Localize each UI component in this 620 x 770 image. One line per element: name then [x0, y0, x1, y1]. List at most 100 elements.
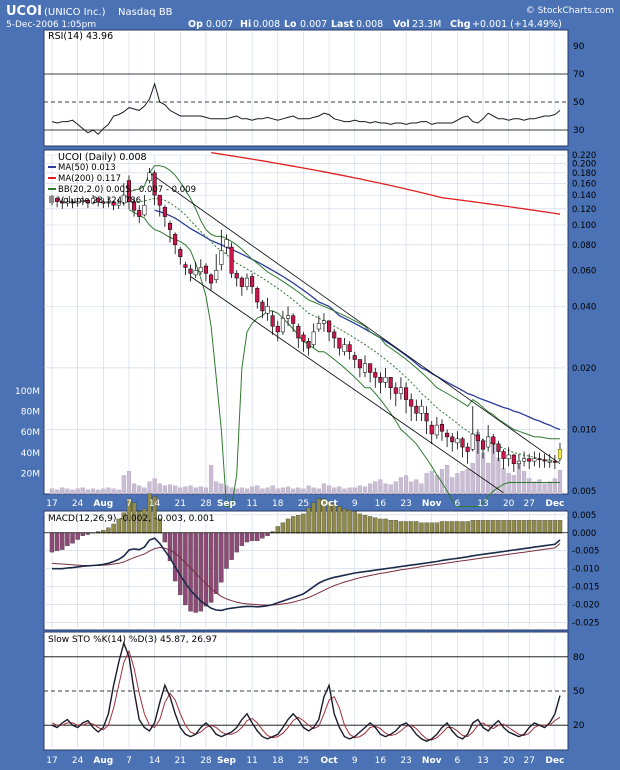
volume-bar	[203, 487, 209, 495]
volume-bar	[101, 488, 106, 495]
candle-body	[455, 438, 460, 444]
candle-body	[409, 399, 414, 407]
volume-bar	[234, 488, 239, 495]
header-datetime: 5-Dec-2006 1:05pm	[6, 20, 96, 30]
macd-histogram-bar	[496, 520, 501, 534]
macd-tick-label-6: -0.025	[572, 619, 599, 629]
volume-bar	[321, 483, 327, 495]
macd-histogram-bar	[311, 502, 316, 534]
volume-tick-label-0: 100M	[15, 387, 40, 397]
volume-bar	[424, 473, 429, 495]
candle-body	[291, 315, 296, 324]
macd-histogram-bar	[485, 520, 491, 534]
volume-tick-label-2: 60M	[21, 428, 40, 438]
macd-histogram-bar	[60, 532, 65, 550]
candle-body	[224, 239, 229, 248]
macd-histogram-bar	[460, 521, 465, 534]
macd-histogram-bar	[188, 532, 193, 612]
macd-histogram-bar	[162, 532, 168, 543]
volume-bar	[85, 489, 91, 495]
macd-histogram-bar	[70, 532, 75, 544]
macd-histogram-bar	[398, 521, 404, 534]
macd-histogram-bar	[388, 520, 393, 534]
macd-histogram-bar	[444, 521, 450, 534]
price-tick-label-4: 0.140	[572, 191, 596, 201]
stochastic-tick-label-1: 50	[573, 687, 585, 697]
volume-bar	[60, 487, 65, 495]
volume-bar	[511, 475, 516, 495]
volume-bar	[383, 483, 388, 495]
volume-bar	[362, 486, 368, 495]
macd-histogram-bar	[521, 520, 527, 534]
macd-histogram-bar	[393, 520, 399, 534]
header-symbol: UCOI	[6, 4, 42, 19]
volume-bar	[111, 488, 116, 495]
quote-line: Op 0.007 Hi 0.008 Lo 0.007 Last 0.008 Vo…	[188, 19, 562, 30]
volume-bar	[357, 485, 362, 495]
macd-histogram-bar	[383, 518, 388, 534]
volume-bar	[244, 488, 250, 495]
candle-body	[491, 436, 496, 445]
volume-bar	[450, 477, 455, 495]
candle-body	[388, 377, 393, 388]
macd-tick-label-4: -0.015	[572, 583, 599, 593]
x-tick-label-0-15: Nov	[422, 499, 442, 509]
macd-tick-label-1: 0.000	[572, 529, 596, 539]
x-tick-label-0-20: Dec	[545, 499, 564, 509]
candle-body	[342, 344, 347, 352]
candle-body	[332, 331, 337, 339]
candle-body	[450, 436, 455, 443]
macd-histogram-bar	[491, 520, 496, 534]
macd-histogram-bar	[219, 532, 224, 583]
volume-bar	[527, 478, 532, 495]
volume-bar	[342, 488, 347, 495]
candle-body	[137, 210, 142, 217]
candle-body	[465, 446, 470, 452]
macd-histogram-bar	[260, 532, 265, 539]
candle-body	[486, 436, 491, 448]
volume-bar	[219, 483, 224, 495]
volume-bar	[537, 479, 542, 495]
volume-bar	[173, 485, 178, 495]
macd-histogram-bar	[280, 522, 286, 534]
x-tick-label-0-6: 28	[200, 499, 212, 509]
macd-histogram-bar	[429, 522, 434, 534]
price-tick-label-7: 0.080	[572, 241, 596, 251]
volume-bar	[337, 486, 342, 495]
stock-chart-window: UCOI (UNICO Inc.) Nasdaq BB 5-Dec-2006 1…	[0, 0, 620, 770]
candle-body	[188, 268, 193, 274]
volume-bar	[486, 462, 491, 495]
stochastic-tick-label-0: 80	[573, 653, 585, 663]
candle-body	[347, 344, 352, 352]
volume-bar	[347, 487, 352, 495]
volume-bar	[65, 488, 70, 495]
volume-bar	[116, 489, 121, 495]
candle-body	[337, 337, 342, 349]
macd-histogram-bar	[275, 526, 280, 534]
candle-body	[234, 273, 239, 279]
macd-histogram-bar	[373, 517, 378, 534]
quote-last-label: Last	[331, 19, 354, 30]
price-tick-label-8: 0.060	[572, 266, 596, 276]
rsi-tick-label-0: 90	[573, 42, 585, 52]
macd-histogram-bar	[547, 520, 552, 534]
macd-tick-label-2: -0.005	[572, 547, 599, 557]
volume-bar	[368, 483, 373, 495]
macd-tick-label-5: -0.020	[572, 601, 599, 611]
candle-body	[306, 341, 311, 349]
volume-bar	[291, 488, 296, 495]
x-tick-label-1-9: 18	[272, 756, 284, 766]
volume-bar	[552, 478, 557, 495]
macd-histogram-bar	[224, 532, 229, 569]
candle-body	[511, 454, 516, 464]
candle-body	[362, 363, 368, 373]
price-title: UCOI (Daily) 0.008	[58, 152, 147, 163]
candle-body	[537, 458, 542, 461]
volume-bar	[198, 486, 203, 495]
rsi-title: RSI(14) 43.96	[48, 31, 113, 42]
candle-body	[167, 222, 173, 230]
quote-chg-label: Chg	[450, 19, 471, 30]
legend-volume: Volume 23,324,786	[58, 196, 141, 206]
candle-body	[193, 270, 198, 276]
macd-histogram-bar	[434, 522, 440, 534]
